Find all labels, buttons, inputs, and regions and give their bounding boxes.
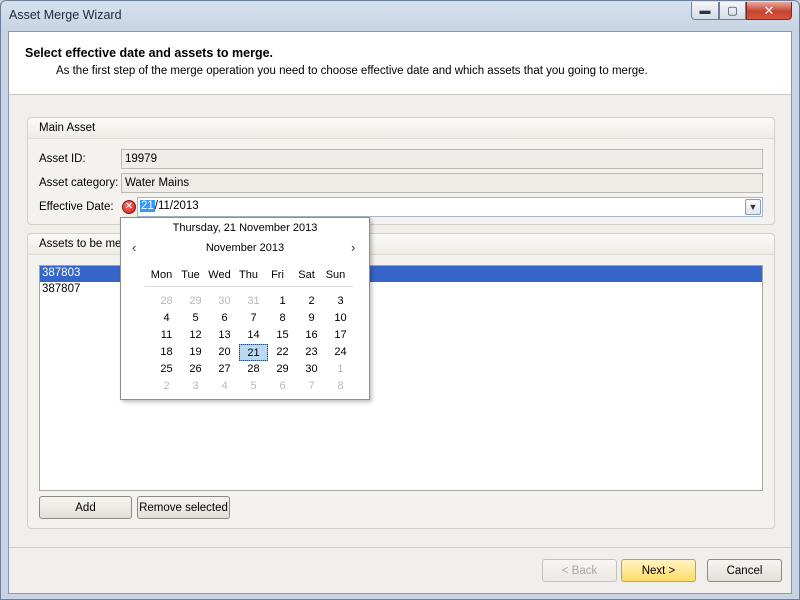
calendar-day[interactable]: 29	[181, 293, 210, 310]
error-icon: ✕	[122, 200, 136, 214]
calendar-day[interactable]: 1	[326, 361, 355, 378]
calendar-day[interactable]: 18	[152, 344, 181, 361]
calendar-day-selected[interactable]: 21	[239, 344, 268, 361]
calendar-day[interactable]: 31	[239, 293, 268, 310]
weekday-label: Thu	[239, 269, 258, 281]
window-title: Asset Merge Wizard	[9, 8, 122, 22]
title-bar: Asset Merge Wizard ▬ ▢ ✕	[1, 1, 799, 31]
chevron-down-icon: ▼	[748, 202, 758, 212]
calendar-day[interactable]: 17	[326, 327, 355, 344]
calendar-day[interactable]: 19	[181, 344, 210, 361]
calendar-week-row: 11 12 13 14 15 16 17	[152, 327, 355, 344]
calendar-day[interactable]: 4	[152, 310, 181, 327]
calendar-day[interactable]: 8	[326, 378, 355, 395]
asset-id-label: Asset ID:	[39, 153, 86, 165]
wizard-window: Asset Merge Wizard ▬ ▢ ✕ Select effectiv…	[0, 0, 800, 600]
cancel-button[interactable]: Cancel	[707, 559, 782, 582]
calendar-day[interactable]: 20	[210, 344, 239, 361]
calendar-day[interactable]: 25	[152, 361, 181, 378]
maximize-button[interactable]: ▢	[719, 2, 746, 20]
calendar-day[interactable]: 29	[268, 361, 297, 378]
footer-divider	[9, 547, 791, 548]
weekday-label: Mon	[150, 269, 173, 281]
weekday-label: Sat	[298, 269, 315, 281]
calendar-day[interactable]: 15	[268, 327, 297, 344]
page-title: Select effective date and assets to merg…	[25, 46, 274, 60]
weekday-label: Wed	[208, 269, 231, 281]
calendar-day[interactable]: 28	[152, 293, 181, 310]
calendar-day[interactable]: 7	[297, 378, 326, 395]
calendar-day[interactable]: 27	[210, 361, 239, 378]
next-button[interactable]: Next >	[621, 559, 696, 582]
effective-date-rest: /11/2013	[154, 200, 199, 212]
date-dropdown-button[interactable]: ▼	[745, 199, 761, 215]
calendar-day[interactable]: 16	[297, 327, 326, 344]
back-button[interactable]: < Back	[542, 559, 617, 582]
remove-selected-button[interactable]: Remove selected	[137, 496, 230, 519]
calendar-week-row: 4 5 6 7 8 9 10	[152, 310, 355, 327]
calendar-day[interactable]: 2	[152, 378, 181, 395]
calendar-day[interactable]: 14	[239, 327, 268, 344]
calendar-day[interactable]: 8	[268, 310, 297, 327]
calendar-week-row: 18 19 20 21 22 23 24	[152, 344, 355, 361]
calendar-popup: Thursday, 21 November 2013 ‹ November 20…	[120, 217, 370, 400]
chevron-right-icon[interactable]: ›	[351, 240, 355, 255]
calendar-day[interactable]: 5	[239, 378, 268, 395]
calendar-divider	[145, 286, 353, 287]
calendar-day[interactable]: 13	[210, 327, 239, 344]
asset-category-field[interactable]: Water Mains	[121, 173, 763, 193]
weekday-label: Sun	[325, 269, 346, 281]
calendar-day[interactable]: 3	[326, 293, 355, 310]
calendar-weekday-header: Mon Tue Wed Thu Fri Sat Sun	[147, 269, 352, 285]
calendar-day[interactable]: 11	[152, 327, 181, 344]
calendar-day[interactable]: 7	[239, 310, 268, 327]
calendar-day[interactable]: 6	[268, 378, 297, 395]
calendar-day[interactable]: 28	[239, 361, 268, 378]
main-asset-group: Main Asset Asset ID: 19979 Asset categor…	[27, 117, 775, 225]
effective-date-input[interactable]: 21/11/2013 ▼	[137, 197, 763, 217]
calendar-day[interactable]: 23	[297, 344, 326, 361]
asset-category-label: Asset category:	[39, 177, 119, 189]
weekday-label: Fri	[271, 269, 284, 281]
calendar-day[interactable]: 24	[326, 344, 355, 361]
minimize-button[interactable]: ▬	[691, 2, 719, 20]
asset-id-field[interactable]: 19979	[121, 149, 763, 169]
calendar-day[interactable]: 2	[297, 293, 326, 310]
minimize-icon: ▬	[699, 4, 711, 17]
main-asset-group-title: Main Asset	[28, 118, 774, 139]
add-button[interactable]: Add	[39, 496, 132, 519]
calendar-week-row: 28 29 30 31 1 2 3	[152, 293, 355, 310]
maximize-icon: ▢	[727, 5, 738, 17]
page-subtitle: As the first step of the merge operation…	[56, 65, 648, 77]
effective-date-label: Effective Date:	[39, 201, 114, 213]
calendar-week-row: 2345678	[152, 378, 355, 395]
weekday-label: Tue	[181, 269, 200, 281]
calendar-day[interactable]: 12	[181, 327, 210, 344]
calendar-today-label[interactable]: Thursday, 21 November 2013	[121, 222, 369, 234]
calendar-day[interactable]: 1	[268, 293, 297, 310]
calendar-day[interactable]: 5	[181, 310, 210, 327]
calendar-day[interactable]: 10	[326, 310, 355, 327]
calendar-week-row: 25 26 27 28 29 30 1	[152, 361, 355, 378]
calendar-day[interactable]: 30	[210, 293, 239, 310]
calendar-day-grid: 28 29 30 31 1 2 3 4 5 6 7 8 9 10 11 12 13 14 15 16 17 18 19 20 2…	[152, 293, 355, 395]
calendar-day[interactable]: 9	[297, 310, 326, 327]
close-button[interactable]: ✕	[746, 2, 792, 20]
effective-date-day-selection: 21	[140, 200, 155, 212]
calendar-day[interactable]: 4	[210, 378, 239, 395]
close-icon: ✕	[763, 2, 775, 18]
calendar-day[interactable]: 6	[210, 310, 239, 327]
calendar-day[interactable]: 3	[181, 378, 210, 395]
calendar-day[interactable]: 30	[297, 361, 326, 378]
calendar-month-label[interactable]: November 2013	[121, 242, 369, 254]
wizard-header: Select effective date and assets to merg…	[9, 32, 791, 95]
calendar-day[interactable]: 22	[268, 344, 297, 361]
calendar-day[interactable]: 26	[181, 361, 210, 378]
